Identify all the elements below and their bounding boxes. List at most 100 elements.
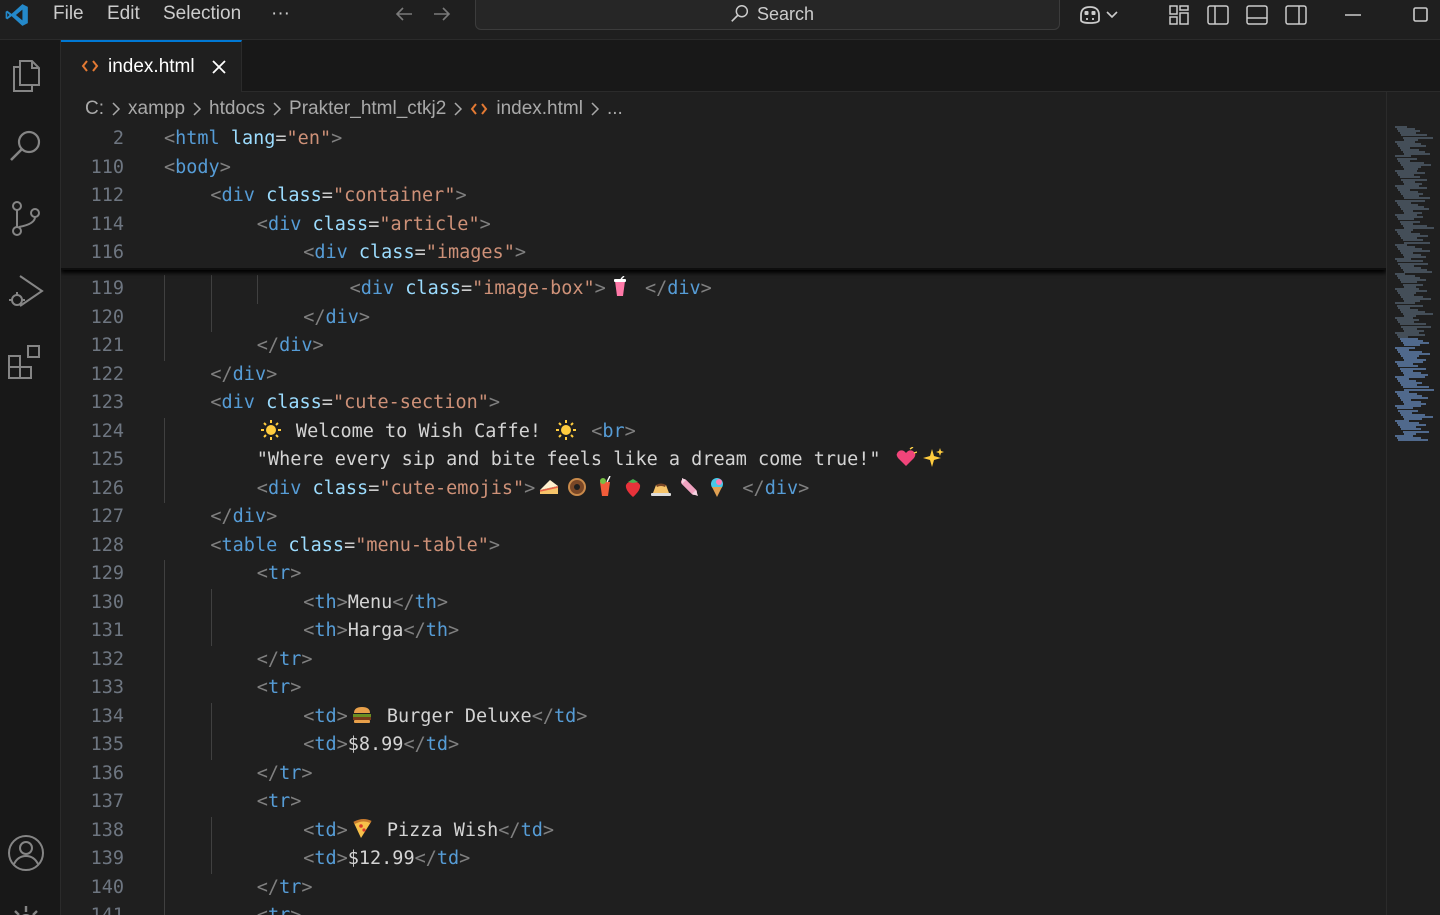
code-line[interactable]: 136 </tr> (61, 760, 1386, 789)
cake-icon (538, 476, 560, 498)
copilot-icon[interactable] (1077, 2, 1103, 28)
code-line[interactable]: 133 <tr> (61, 674, 1386, 703)
code-token: </ (210, 506, 233, 527)
close-icon[interactable] (209, 57, 229, 77)
toggle-primary-sidebar-icon[interactable] (1205, 2, 1231, 28)
minimap-line (1398, 438, 1428, 441)
menu-edit[interactable]: Edit (107, 2, 140, 26)
menu-more[interactable]: ··· (271, 2, 290, 26)
code-line[interactable]: 125 "Where every sip and bite feels like … (61, 446, 1386, 475)
icecream-icon (706, 476, 728, 498)
code-line[interactable]: 120 </div> (61, 304, 1386, 333)
code-token: > (448, 620, 460, 641)
code-line[interactable]: 122 </div> (61, 361, 1386, 390)
code-text: </div> (303, 304, 370, 333)
forward-arrow-icon[interactable] (430, 2, 454, 26)
menu-file[interactable]: File (53, 2, 84, 26)
code-line[interactable]: 141 <tr> (61, 902, 1386, 915)
code-line[interactable]: 114 <div class="article"> (61, 211, 1386, 240)
code-line[interactable]: 119 <div class="image-box"> </div> (61, 275, 1386, 304)
code-token: > (301, 648, 313, 670)
line-number: 138 (90, 819, 124, 841)
code-token: tr (267, 563, 291, 584)
extensions-icon[interactable] (6, 342, 46, 382)
code-token: </ (392, 591, 415, 613)
minimize-icon[interactable] (1340, 2, 1366, 28)
code-line[interactable]: 139 <td>$12.99</td> (61, 845, 1386, 874)
customize-layout-icon[interactable] (1166, 2, 1192, 28)
back-arrow-icon[interactable] (392, 2, 416, 26)
maximize-icon[interactable] (1408, 2, 1434, 28)
code-token: > (576, 705, 588, 727)
code-line[interactable]: 127 </div> (61, 503, 1386, 532)
code-token: > (514, 242, 526, 263)
code-token: < (303, 819, 315, 841)
code-line[interactable]: 131 <th>Harga</th> (61, 617, 1386, 646)
explorer-files-icon[interactable] (6, 55, 46, 95)
code-editor[interactable]: 2 <html lang="en"> 110 <body> 112 <div class=… (61, 125, 1386, 915)
breadcrumb-htdocs[interactable]: htdocs (209, 98, 265, 120)
menu-selection[interactable]: Selection (163, 2, 241, 26)
code-token: tr (279, 648, 302, 670)
sticky-scroll-header[interactable]: 2 <html lang="en"> 110 <body> 112 <div class=… (61, 125, 1386, 270)
code-line[interactable]: 112 <div class="container"> (61, 182, 1386, 211)
code-token: div (232, 363, 267, 385)
line-number: 112 (90, 185, 124, 206)
settings-gear-icon[interactable] (6, 902, 46, 915)
code-line[interactable]: 110 <body> (61, 154, 1386, 183)
code-token: > (336, 848, 348, 869)
code-token: > (594, 278, 606, 299)
code-line[interactable]: 2 <html lang="en"> (61, 125, 1386, 154)
breadcrumb-file[interactable]: index.html (496, 98, 583, 120)
toggle-panel-icon[interactable] (1244, 2, 1270, 28)
code-line[interactable]: 128 <table class="menu-table"> (61, 532, 1386, 561)
code-line[interactable]: 123 <div class="cute-section"> (61, 389, 1386, 418)
breadcrumb-xampp[interactable]: xampp (128, 98, 185, 120)
code-token: </ (403, 734, 426, 755)
command-center-search[interactable]: Search (475, 0, 1060, 30)
code-line[interactable]: 130 <th>Menu</th> (61, 589, 1386, 618)
code-line[interactable]: 132 </tr> (61, 646, 1386, 675)
code-token: </ (256, 762, 280, 784)
search-icon (731, 5, 749, 22)
code-token: td (553, 705, 577, 727)
code-line[interactable]: 135 <td>$8.99</td> (61, 731, 1386, 760)
code-token: > (290, 905, 301, 915)
code-text: <div class="image-box"> </div> (350, 275, 712, 304)
search-icon[interactable] (6, 126, 46, 166)
code-line[interactable]: 137 <tr> (61, 788, 1386, 817)
minimap[interactable] (1386, 92, 1440, 915)
chevron-down-icon[interactable] (1104, 2, 1120, 28)
line-number: 120 (90, 306, 124, 328)
code-text: "Where every sip and bite feels like a d… (257, 446, 948, 475)
breadcrumb-drive[interactable]: C: (85, 98, 104, 120)
code-token: tr (279, 876, 302, 898)
code-line[interactable]: 140 </tr> (61, 874, 1386, 903)
code-token: div (314, 242, 348, 263)
code-line[interactable]: 138 <td> Pizza Wish</td> (61, 817, 1386, 846)
strawberry-icon (622, 476, 644, 498)
code-line[interactable]: 121 </div> (61, 332, 1386, 361)
code-token: td (314, 705, 337, 727)
run-and-debug-icon[interactable] (6, 270, 46, 310)
tab-index-html[interactable]: index.html (61, 40, 242, 92)
code-line[interactable]: 129 <tr> (61, 560, 1386, 589)
code-line[interactable]: 126 <div class="cute-emojis"> </div> (61, 475, 1386, 504)
title-bar: File Edit Selection ··· Search (0, 0, 1440, 40)
chevron-right-icon (273, 102, 282, 116)
source-control-icon[interactable] (6, 198, 46, 238)
code-line[interactable]: 124 Welcome to Wish Caffe! <br> (61, 418, 1386, 447)
toggle-secondary-sidebar-icon[interactable] (1283, 2, 1309, 28)
pizza-icon (351, 818, 373, 840)
breadcrumb-project-folder[interactable]: Prakter_html_ctkj2 (289, 98, 446, 120)
vscode-logo-icon[interactable] (4, 2, 30, 28)
breadcrumb-symbol[interactable]: ... (607, 98, 623, 120)
code-line[interactable]: 116 <div class="images"> (61, 239, 1386, 268)
accounts-icon[interactable] (6, 833, 46, 873)
code-text: </tr> (257, 646, 313, 675)
code-line[interactable]: 134 <td> Burger Deluxe</td> (61, 703, 1386, 732)
line-number: 124 (90, 420, 124, 442)
code-token: < (303, 705, 315, 727)
